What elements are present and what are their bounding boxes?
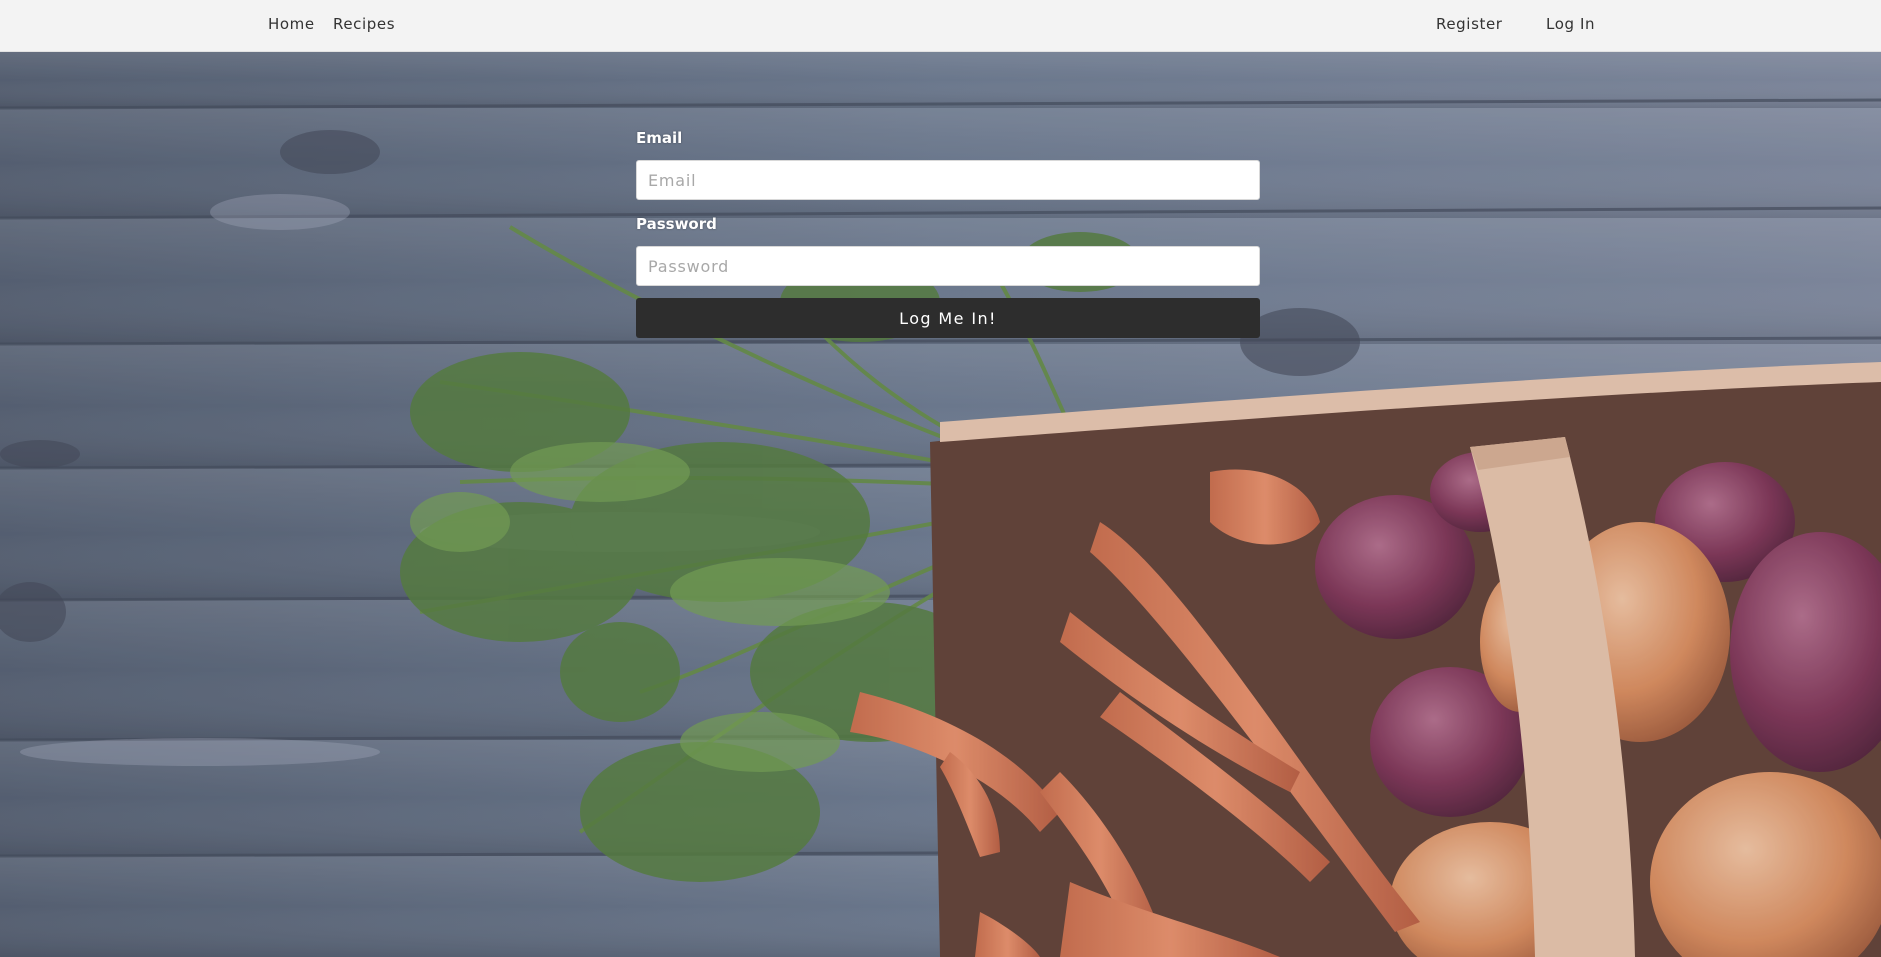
- nav-recipes-link[interactable]: Recipes: [333, 0, 395, 48]
- nav-register-link[interactable]: Register: [1436, 0, 1503, 48]
- password-input[interactable]: [636, 246, 1260, 286]
- login-submit-button[interactable]: Log Me In!: [636, 298, 1260, 338]
- email-label: Email: [636, 129, 683, 147]
- top-navbar: Home Recipes Register Log In: [0, 0, 1881, 52]
- password-label: Password: [636, 215, 717, 233]
- email-input[interactable]: [636, 160, 1260, 200]
- login-form: Email Password Log Me In!: [636, 124, 1260, 338]
- nav-home-link[interactable]: Home: [268, 0, 315, 48]
- nav-login-link[interactable]: Log In: [1546, 0, 1595, 48]
